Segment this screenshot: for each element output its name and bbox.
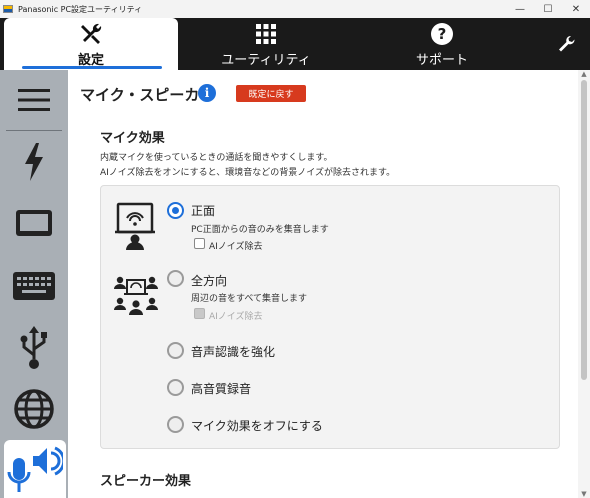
radio-speech-recognition-label[interactable]: 音声認識を強化 bbox=[191, 343, 275, 360]
ai-noise-checkbox-front[interactable] bbox=[194, 238, 205, 249]
tab-support-label: サポート bbox=[415, 53, 468, 68]
top-navigation: 設定 ユーティリティ ? サポート bbox=[0, 18, 590, 70]
grid-icon bbox=[255, 22, 277, 46]
mic-effect-title: マイク効果 bbox=[100, 131, 165, 146]
app-icon bbox=[3, 5, 13, 13]
ai-noise-label-front[interactable]: AIノイズ除去 bbox=[209, 239, 263, 252]
power-icon bbox=[25, 143, 43, 181]
close-button[interactable]: ✕ bbox=[562, 0, 590, 18]
tab-settings[interactable]: 設定 bbox=[4, 18, 178, 70]
sidebar-item-power[interactable] bbox=[0, 136, 68, 188]
radio-front-label[interactable]: 正面 bbox=[191, 202, 215, 219]
ai-noise-label-omni: AIノイズ除去 bbox=[209, 312, 263, 322]
radio-omni-desc: 周辺の音をすべて集音します bbox=[191, 294, 308, 304]
tab-utility[interactable]: ユーティリティ bbox=[178, 18, 354, 70]
sidebar-item-menu[interactable] bbox=[0, 80, 68, 120]
wrench-icon[interactable] bbox=[556, 34, 576, 54]
radio-speech-recognition[interactable] bbox=[167, 342, 184, 359]
usb-icon bbox=[20, 326, 47, 369]
sidebar-item-network[interactable] bbox=[0, 382, 68, 436]
radio-front[interactable] bbox=[167, 202, 184, 219]
scrollbar[interactable]: ▲ ▼ bbox=[578, 70, 590, 498]
svg-text:?: ? bbox=[438, 25, 447, 43]
radio-front-desc: PC正面からの音のみを集音します bbox=[191, 225, 329, 235]
maximize-button[interactable]: ☐ bbox=[534, 0, 562, 18]
window-controls: — ☐ ✕ bbox=[506, 0, 590, 18]
radio-mic-off[interactable] bbox=[167, 416, 184, 433]
sidebar-item-usb[interactable] bbox=[0, 320, 68, 376]
tools-icon bbox=[79, 22, 103, 46]
scroll-thumb[interactable] bbox=[581, 80, 587, 380]
mic-effect-desc-1: 内蔵マイクを使っているときの通話を聞きやすくします。 bbox=[100, 153, 333, 163]
mic-options-panel: 正面 PC正面からの音のみを集音します AIノイズ除去 全方向 周辺の音をすべて… bbox=[100, 185, 560, 449]
radio-hq-recording[interactable] bbox=[167, 379, 184, 396]
minimize-button[interactable]: — bbox=[506, 0, 534, 18]
reset-defaults-button[interactable]: 既定に戻す bbox=[236, 85, 306, 102]
info-icon[interactable]: i bbox=[198, 84, 216, 102]
front-mic-icon bbox=[115, 202, 155, 254]
tab-utility-label: ユーティリティ bbox=[221, 53, 311, 68]
omni-mic-icon bbox=[113, 274, 159, 320]
window-title: Panasonic PC設定ユーティリティ bbox=[18, 4, 143, 14]
main-content: マイク・スピーカー i 既定に戻す マイク効果 内蔵マイクを使っているときの通話… bbox=[68, 70, 578, 498]
page-title: マイク・スピーカー bbox=[80, 86, 215, 104]
ai-noise-checkbox-omni[interactable] bbox=[194, 308, 205, 319]
sidebar bbox=[0, 70, 68, 498]
mic-speaker-icon bbox=[7, 446, 63, 492]
scroll-up-arrow[interactable]: ▲ bbox=[580, 70, 588, 78]
sidebar-item-display[interactable] bbox=[0, 198, 68, 250]
radio-omni[interactable] bbox=[167, 270, 184, 287]
window-titlebar: Panasonic PC設定ユーティリティ — ☐ ✕ bbox=[0, 0, 590, 18]
radio-hq-recording-label[interactable]: 高音質録音 bbox=[191, 380, 251, 397]
globe-icon bbox=[14, 389, 54, 429]
keyboard-icon bbox=[13, 272, 55, 300]
radio-mic-off-label[interactable]: マイク効果をオフにする bbox=[191, 417, 323, 434]
speaker-effect-title: スピーカー効果 bbox=[100, 474, 192, 489]
sidebar-divider bbox=[6, 130, 62, 131]
active-tab-indicator bbox=[22, 66, 162, 69]
menu-icon bbox=[18, 89, 50, 111]
sidebar-item-mic-speaker[interactable] bbox=[4, 440, 66, 498]
display-icon bbox=[16, 210, 52, 236]
help-icon: ? bbox=[430, 22, 454, 46]
scroll-down-arrow[interactable]: ▼ bbox=[580, 490, 588, 498]
tab-support[interactable]: ? サポート bbox=[354, 18, 530, 70]
radio-omni-label[interactable]: 全方向 bbox=[191, 272, 227, 289]
sidebar-item-keyboard[interactable] bbox=[0, 260, 68, 312]
mic-effect-desc-2: AIノイズ除去をオンにすると、環境音などの背景ノイズが除去されます。 bbox=[100, 168, 396, 178]
